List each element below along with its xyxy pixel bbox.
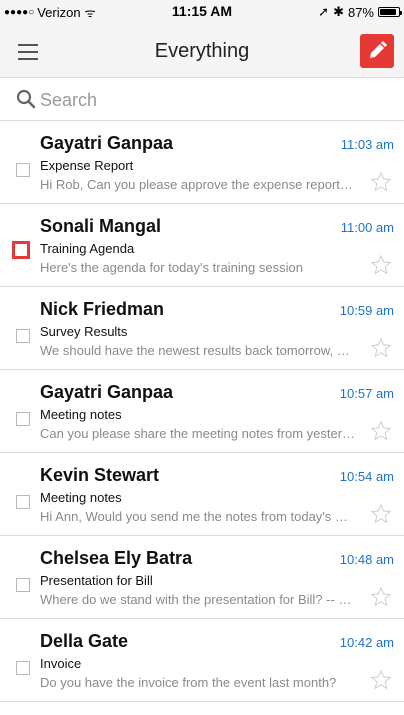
email-preview: Hi Rob, Can you please approve the expen… xyxy=(40,177,353,192)
email-checkbox-highlighted[interactable] xyxy=(12,241,30,259)
email-sender: Della Gate xyxy=(40,631,129,651)
email-checkbox[interactable] xyxy=(16,329,30,343)
email-preview: Do you have the invoice from the event l… xyxy=(40,675,337,690)
email-preview: Hi Ann, Would you send me the notes from… xyxy=(40,509,348,524)
status-bar: ●●●●○ Verizon ᯤ 11:15 AM ➚ ✱ 87% xyxy=(0,0,404,22)
battery-cap xyxy=(400,11,402,15)
email-checkbox[interactable] xyxy=(16,578,30,592)
search-bar xyxy=(0,79,404,121)
battery-percent: 87% xyxy=(347,4,374,20)
email-time: 10:59 am xyxy=(339,303,394,318)
star-icon[interactable] xyxy=(370,669,392,691)
email-preview: Where do we stand with the presentation … xyxy=(40,592,352,607)
search-icon xyxy=(16,89,36,109)
email-preview: Can you please share the meeting notes f… xyxy=(40,426,356,441)
battery-fill xyxy=(380,9,396,15)
email-sender: Chelsea Ely Batra xyxy=(40,548,193,568)
pencil-icon xyxy=(370,41,387,58)
email-checkbox[interactable] xyxy=(16,495,30,509)
star-icon[interactable] xyxy=(370,420,392,442)
star-icon[interactable] xyxy=(370,171,392,193)
email-sender: Gayatri Ganpaa xyxy=(40,133,174,153)
email-row[interactable]: Gayatri Ganpaa 11:03 am Expense Report H… xyxy=(0,121,404,204)
email-checkbox[interactable] xyxy=(16,163,30,177)
email-time: 11:00 am xyxy=(340,220,394,235)
email-subject: Expense Report xyxy=(40,158,134,173)
search-input[interactable] xyxy=(40,87,380,113)
star-icon[interactable] xyxy=(370,503,392,525)
email-time: 10:48 am xyxy=(339,552,394,567)
email-subject: Training Agenda xyxy=(40,241,135,256)
email-list: Gayatri Ganpaa 11:03 am Expense Report H… xyxy=(0,121,404,702)
email-row[interactable]: Kevin Stewart 10:54 am Meeting notes Hi … xyxy=(0,453,404,536)
email-checkbox[interactable] xyxy=(16,661,30,675)
email-subject: Meeting notes xyxy=(40,490,122,505)
email-subject: Survey Results xyxy=(40,324,128,339)
page-title: Everything xyxy=(154,40,250,62)
email-row[interactable]: Della Gate 10:42 am Invoice Do you have … xyxy=(0,619,404,702)
email-time: 10:42 am xyxy=(339,635,394,650)
email-sender: Nick Friedman xyxy=(40,299,165,319)
email-time: 10:57 am xyxy=(339,386,394,401)
email-row[interactable]: Sonali Mangal 11:00 am Training Agenda H… xyxy=(0,204,404,287)
star-icon[interactable] xyxy=(370,254,392,276)
email-time: 10:54 am xyxy=(339,469,394,484)
email-row[interactable]: Gayatri Ganpaa 10:57 am Meeting notes Ca… xyxy=(0,370,404,453)
status-right: ➚ ✱ 87% xyxy=(318,4,402,20)
battery-icon xyxy=(378,7,402,17)
email-sender: Sonali Mangal xyxy=(40,216,162,236)
compose-button[interactable] xyxy=(360,34,394,68)
bluetooth-icon: ✱ xyxy=(333,4,344,19)
star-icon[interactable] xyxy=(370,586,392,608)
email-row[interactable]: Nick Friedman 10:59 am Survey Results We… xyxy=(0,287,404,370)
email-preview: We should have the newest results back t… xyxy=(40,343,350,358)
email-subject: Presentation for Bill xyxy=(40,573,153,588)
nav-bar: Everything xyxy=(0,22,404,78)
star-icon[interactable] xyxy=(370,337,392,359)
location-icon: ➚ xyxy=(318,4,330,19)
email-sender: Kevin Stewart xyxy=(40,465,160,485)
email-subject: Meeting notes xyxy=(40,407,122,422)
email-checkbox[interactable] xyxy=(16,412,30,426)
email-sender: Gayatri Ganpaa xyxy=(40,382,174,402)
email-subject: Invoice xyxy=(40,656,82,671)
email-row[interactable]: Chelsea Ely Batra 10:48 am Presentation … xyxy=(0,536,404,619)
email-preview: Here's the agenda for today's training s… xyxy=(40,260,303,275)
email-time: 11:03 am xyxy=(340,137,394,152)
